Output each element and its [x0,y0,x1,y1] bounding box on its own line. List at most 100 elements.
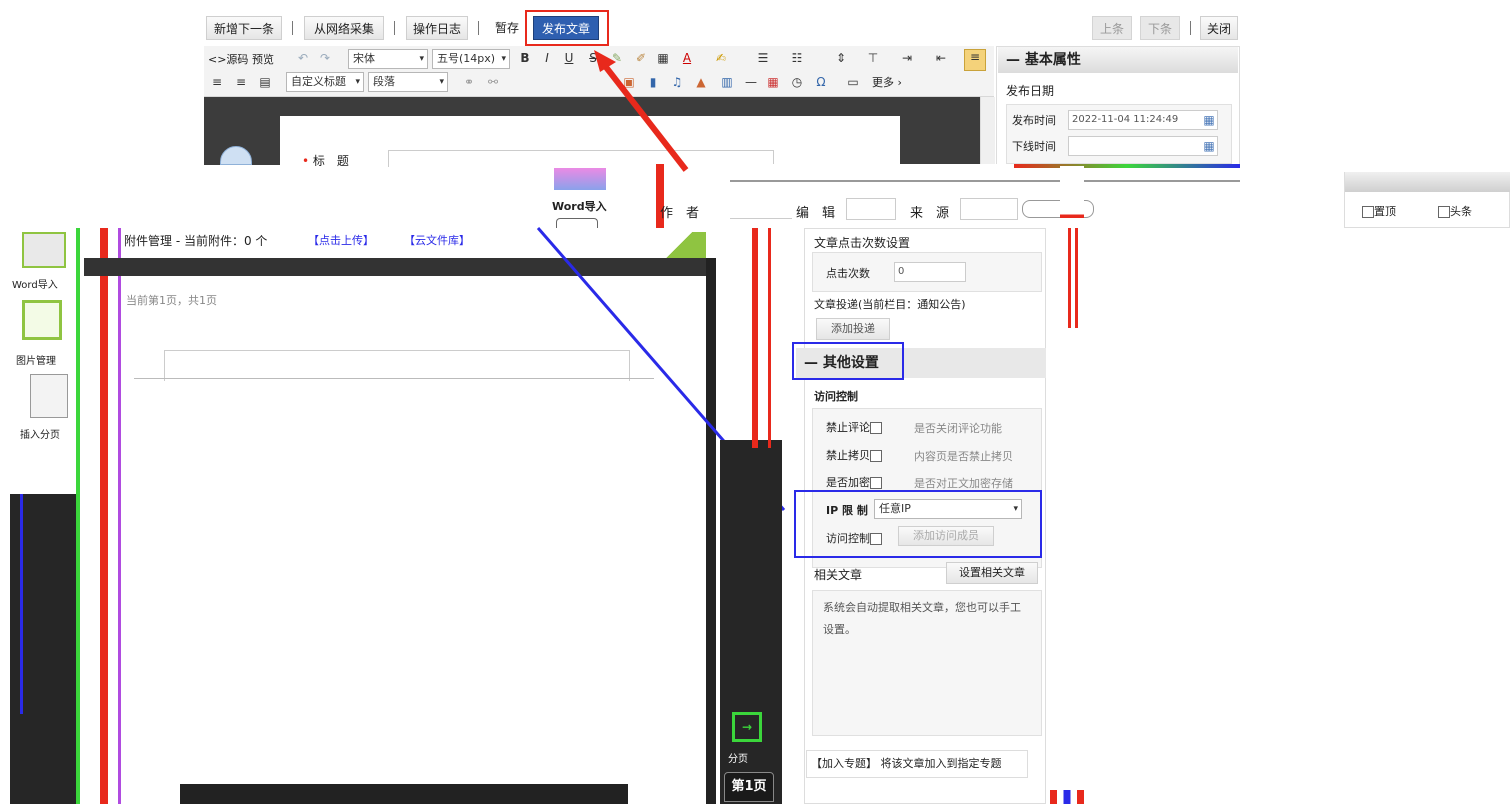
set-related-button[interactable]: 设置相关文章 [946,562,1038,584]
page-tab[interactable]: 第1页 [724,772,774,802]
no-copy-checkbox[interactable] [870,450,882,462]
publish-time-input[interactable]: 2022-11-04 11:24:49 [1068,110,1218,130]
upload-link[interactable]: 【点击上传】 [308,232,374,248]
align-center-icon[interactable]: ≡ [234,75,248,89]
prev-button[interactable]: 上条 [1092,16,1132,40]
visit-label[interactable]: 访问控制 [826,530,882,546]
editor-name-input[interactable] [846,198,896,220]
unlink-icon[interactable]: ⚯ [486,75,500,89]
unordered-list-icon[interactable]: ☷ [790,51,804,65]
image-manage-icon[interactable] [22,300,62,340]
draft-button[interactable]: 暂存 [488,16,526,40]
redo-icon[interactable]: ↷ [318,51,332,65]
chevron-down-icon: ▾ [501,54,506,64]
word-import-icon [554,168,606,190]
date-icon[interactable]: ▦ [766,75,780,89]
split-label: 分页 [728,754,748,765]
current-page-text: 当前第1页，共1页 [126,294,217,307]
no-copy-label[interactable]: 禁止拷贝 [826,447,882,463]
ip-select[interactable]: 任意IP ▾ [874,499,1022,519]
format-brush-icon[interactable]: ✎ [610,51,624,65]
topic-text[interactable]: 【加入专题】 将该文章加入到指定专题 [811,757,1002,770]
image-icon[interactable]: ▣ [622,75,636,89]
align-left-icon[interactable]: ≡ [210,75,224,89]
access-control-title: 访问控制 [814,390,858,403]
music-icon[interactable]: ♫ [670,75,684,89]
publish-time-label: 发布时间 [1012,114,1056,127]
source-input[interactable] [960,198,1018,220]
topic-box[interactable]: 【加入专题】 将该文章加入到指定专题 [806,750,1028,778]
preview-button[interactable]: 预览 [252,51,274,67]
line-height-icon[interactable]: ⇕ [834,51,848,65]
map-icon[interactable]: ▥ [720,75,734,89]
cloud-link[interactable]: 【云文件库】 [404,232,470,248]
no-comment-checkbox[interactable] [870,422,882,434]
add-column-button[interactable]: 添加投递 [816,318,890,340]
attachment-icon[interactable]: ▲ [694,75,708,89]
content-box [164,350,630,381]
table-icon[interactable]: ▦ [656,51,670,65]
link-icon[interactable]: ⚭ [462,75,476,89]
split-page-icon[interactable]: → [732,712,762,742]
underline-icon[interactable]: U [562,51,576,65]
new-next-button[interactable]: 新增下一条 [206,16,282,40]
align-justify-icon[interactable]: ▤ [258,75,272,89]
content-right-bar [706,258,716,804]
collect-button[interactable]: 从网络采集 [304,16,384,40]
top-option[interactable]: 置顶 [1362,203,1396,219]
undo-icon[interactable]: ↶ [296,51,310,65]
horizontal-line-icon[interactable]: — [744,75,758,89]
word-import-side-label: Word导入 [12,280,58,291]
encrypt-label[interactable]: 是否加密 [826,474,882,490]
calendar-icon[interactable]: ▦ [1202,113,1216,127]
word-import-side-icon[interactable] [22,232,66,268]
next-button[interactable]: 下条 [1140,16,1180,40]
paragraph-select[interactable]: 段落 ▾ [368,72,448,92]
fullscreen-icon[interactable]: ≡ [964,49,986,71]
glitch-line-top [730,180,1240,182]
author-input[interactable] [730,198,792,219]
basic-props-header[interactable]: — 基本属性 [998,47,1238,73]
word-import-label[interactable]: Word导入 [552,198,607,214]
strikethrough-icon[interactable]: S [586,51,600,65]
font-color-icon[interactable]: A [680,51,694,65]
close-button[interactable]: 关闭 [1200,16,1238,40]
add-visitor-button[interactable]: 添加访问成员 [898,526,994,546]
more-button[interactable]: 更多 › [872,74,902,90]
bold-icon[interactable]: B [518,51,532,65]
bottom-glitch [1050,790,1084,804]
calendar-icon[interactable]: ▦ [1202,139,1216,153]
indent-icon[interactable]: ⇥ [900,51,914,65]
offline-time-input[interactable] [1068,136,1218,156]
click-count-input[interactable]: 0 [894,262,966,282]
related-desc: 系统会自动提取相关文章，您也可以手工设置。 [823,601,1021,636]
no-comment-label[interactable]: 禁止评论 [826,419,882,435]
insert-page-icon[interactable] [30,374,68,418]
column-title: 文章投递(当前栏目：通知公告) [814,298,966,311]
font-family-select[interactable]: 宋体 ▾ [348,49,428,69]
italic-icon[interactable]: I [540,51,554,65]
image-manage-label: 图片管理 [16,356,56,367]
visit-checkbox[interactable] [870,533,882,545]
align-top-icon[interactable]: ⊤ [866,51,880,65]
dedent-icon[interactable]: ⇤ [934,51,948,65]
headline-option[interactable]: 头条 [1438,203,1472,219]
custom-title-select[interactable]: 自定义标题 ▾ [286,72,364,92]
chevron-down-icon: ▾ [439,77,444,87]
time-icon[interactable]: ◷ [790,75,804,89]
ordered-list-icon[interactable]: ☰ [756,51,770,65]
flag-panel-head [1345,172,1510,192]
chevron-down-icon: ▾ [355,77,360,87]
left-glitch-purple [118,228,121,804]
encrypt-hint: 是否对正文加密存储 [914,477,1013,490]
eraser-icon[interactable]: ✐ [634,51,648,65]
highlight-icon[interactable]: ✍ [714,51,728,65]
font-size-select[interactable]: 五号(14px) ▾ [432,49,510,69]
special-char-icon[interactable]: Ω [814,75,828,89]
template-icon[interactable]: ▭ [846,75,860,89]
video-icon[interactable]: ▮ [646,75,660,89]
encrypt-checkbox[interactable] [870,477,882,489]
op-log-button[interactable]: 操作日志 [406,16,468,40]
editor-scrollbar[interactable] [980,97,995,165]
source-button[interactable]: <>源码 [208,51,248,67]
